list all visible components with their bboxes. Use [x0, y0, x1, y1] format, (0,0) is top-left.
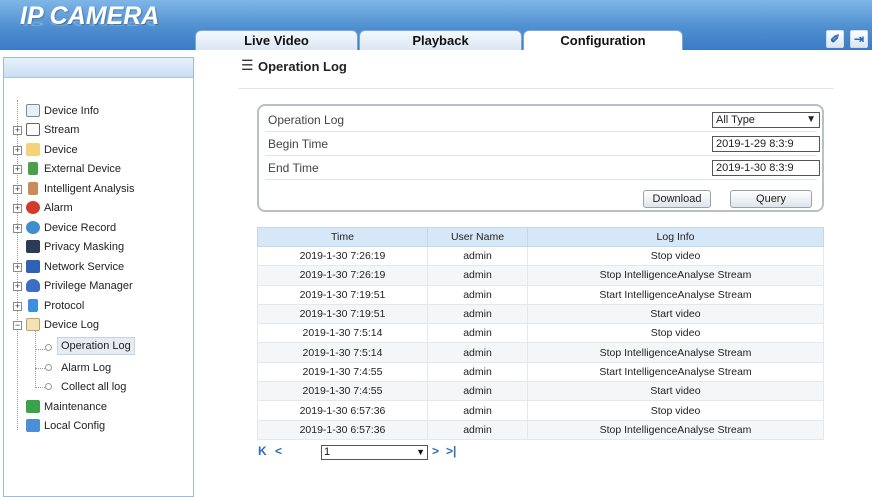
- log-type-select[interactable]: All Type ▼: [712, 112, 820, 128]
- page-title: Operation Log: [258, 59, 347, 74]
- page-select[interactable]: 1 ▼: [321, 445, 428, 460]
- begin-time-input[interactable]: 2019-1-29 8:3:9: [712, 136, 820, 152]
- expand-icon[interactable]: +: [13, 282, 22, 291]
- maintenance-icon: [26, 400, 40, 413]
- prev-page-icon[interactable]: <: [275, 444, 282, 458]
- table-row: 2019-1-30 7:4:55 admin Start video: [257, 381, 824, 402]
- protocol-icon: [28, 299, 38, 312]
- local-config-icon: [26, 419, 40, 432]
- privacy-masking-icon: [26, 240, 40, 253]
- chevron-down-icon: ▼: [806, 114, 816, 125]
- table-row: 2019-1-30 7:5:14 admin Stop IntelligenceAn…: [257, 342, 824, 363]
- alarm-icon: [26, 201, 40, 214]
- column-header-user-name: User Name: [427, 227, 528, 247]
- end-time-input[interactable]: 2019-1-30 8:3:9: [712, 160, 820, 176]
- external-device-icon: [28, 162, 38, 175]
- tab-live-video[interactable]: Live Video: [195, 30, 358, 50]
- type-row: Operation Log All Type ▼: [265, 108, 820, 132]
- tab-playback[interactable]: Playback: [359, 30, 522, 50]
- end-time-label: End Time: [268, 161, 319, 175]
- expand-icon[interactable]: +: [13, 165, 22, 174]
- expand-icon[interactable]: +: [13, 263, 22, 272]
- download-button[interactable]: Download: [643, 190, 711, 208]
- bullet-icon: [45, 383, 52, 390]
- column-header-time: Time: [257, 227, 428, 247]
- chevron-down-icon: ▼: [416, 447, 425, 457]
- device-info-icon: [26, 104, 40, 117]
- log-table: Time User Name Log Info 2019-1-30 7:26:1…: [257, 227, 824, 440]
- query-panel: Operation Log All Type ▼ Begin Time 2019…: [257, 104, 824, 212]
- app-header: IP CAMERA IP CAMERA Live Video Playback …: [0, 0, 872, 50]
- expand-icon[interactable]: +: [13, 185, 22, 194]
- table-header-row: Time User Name Log Info: [257, 227, 824, 247]
- begin-time-row: Begin Time 2019-1-29 8:3:9: [265, 132, 820, 156]
- device-icon: [26, 143, 40, 156]
- table-row: 2019-1-30 7:19:51 admin Start video: [257, 303, 824, 325]
- edit-icon[interactable]: ✐: [826, 30, 844, 48]
- operation-log-label: Operation Log: [268, 113, 345, 127]
- expand-icon[interactable]: +: [13, 204, 22, 213]
- table-row: 2019-1-30 7:4:55 admin Start IntelligenceA…: [257, 361, 824, 383]
- end-time-row: End Time 2019-1-30 8:3:9: [265, 156, 820, 180]
- network-service-icon: [26, 260, 40, 273]
- collapse-icon[interactable]: −: [13, 321, 22, 330]
- app-logo-reflection: IP CAMERA: [20, 17, 160, 27]
- privilege-manager-icon: [26, 279, 40, 292]
- expand-icon[interactable]: +: [13, 302, 22, 311]
- main-tabs: Live Video Playback Configuration: [195, 30, 684, 50]
- table-row: 2019-1-30 7:26:19 admin Stop IntelligenceA…: [257, 265, 824, 286]
- table-row: 2019-1-30 6:57:36 admin Stop video: [257, 400, 824, 421]
- expand-icon[interactable]: +: [13, 146, 22, 155]
- sidebar: Device Info + Stream + Device + External…: [3, 57, 194, 497]
- intelligent-analysis-icon: [28, 182, 38, 195]
- last-page-icon[interactable]: >|: [446, 444, 456, 458]
- device-record-icon: [26, 221, 40, 234]
- table-row: 2019-1-30 6:57:36 admin Stop IntelligenceA…: [257, 419, 824, 440]
- expand-icon[interactable]: +: [13, 224, 22, 233]
- logout-icon[interactable]: ⇥: [850, 30, 868, 48]
- bullet-icon: [45, 364, 52, 371]
- first-page-icon[interactable]: K: [258, 444, 267, 458]
- table-row: 2019-1-30 7:19:51 admin Start Intelligence…: [257, 284, 824, 305]
- begin-time-label: Begin Time: [268, 137, 329, 151]
- stream-icon: [26, 123, 40, 136]
- bullet-icon: [45, 344, 52, 351]
- column-header-log-info: Log Info: [527, 227, 824, 247]
- expand-icon[interactable]: +: [13, 126, 22, 135]
- table-row: 2019-1-30 7:5:14 admin Stop video: [257, 323, 824, 344]
- device-log-icon: [26, 318, 40, 331]
- tab-configuration[interactable]: Configuration: [523, 30, 683, 50]
- sidebar-header: [4, 58, 193, 78]
- query-button[interactable]: Query: [730, 190, 812, 208]
- operation-log-icon: ☰: [241, 57, 254, 73]
- table-row: 2019-1-30 7:26:19 admin Stop video: [257, 245, 824, 267]
- next-page-icon[interactable]: >: [432, 444, 439, 458]
- title-divider: [238, 88, 834, 89]
